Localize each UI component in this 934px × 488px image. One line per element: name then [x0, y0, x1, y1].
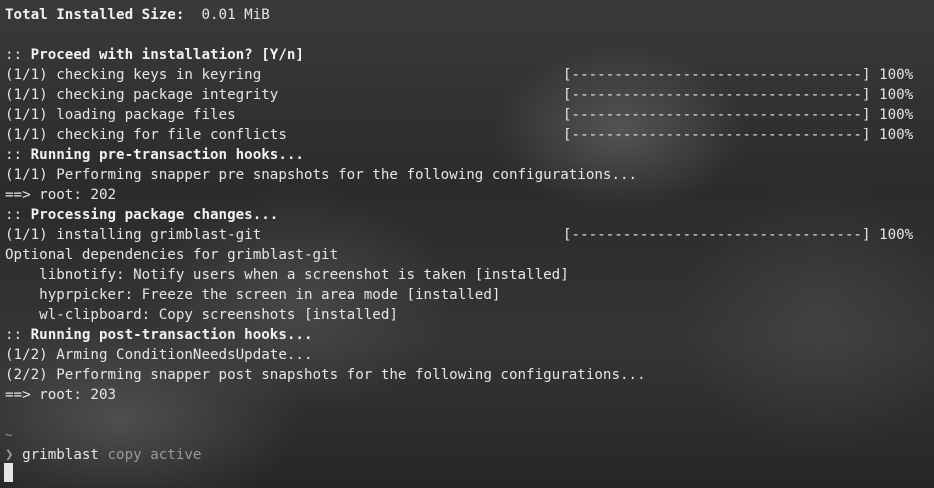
command-name: grimblast	[22, 447, 99, 463]
prompt-chevron-icon: ❯	[5, 447, 14, 463]
snapper-post-line: (2/2) Performing snapper post snapshots …	[5, 367, 646, 383]
proceed-text: Proceed with installation? [Y/n]	[30, 47, 304, 63]
root-pre-line: ==> root: 202	[5, 187, 117, 203]
pre-hooks-header: :: Running pre-transaction hooks...	[5, 145, 304, 165]
command-prompt[interactable]: ❯ grimblast copy active	[5, 445, 201, 465]
proceed-prompt-line: :: Proceed with installation? [Y/n]	[5, 45, 304, 65]
text-cursor	[4, 463, 13, 482]
step-check-integrity: (1/1) checking package integrity	[5, 85, 278, 105]
command-args: copy active	[98, 447, 202, 463]
progress-bar-keys: [----------------------------------] 100…	[563, 67, 914, 83]
step-check-integrity-text: (1/1) checking package integrity	[5, 87, 279, 103]
step-file-conflicts-text: (1/1) checking for file conflicts	[5, 127, 287, 143]
step-load-files: (1/1) loading package files	[5, 105, 236, 125]
post-hooks-prefix: ::	[5, 327, 23, 343]
proceed-prefix: ::	[5, 47, 23, 63]
optional-deps-header: Optional dependencies for grimblast-git	[5, 247, 339, 263]
step-check-keys-text: (1/1) checking keys in keyring	[5, 67, 262, 83]
root-post-line: ==> root: 203	[5, 387, 117, 403]
snapper-pre-line: (1/1) Performing snapper pre snapshots f…	[5, 167, 638, 183]
post-hooks-header: :: Running post-transaction hooks...	[5, 325, 313, 345]
step-file-conflicts: (1/1) checking for file conflicts	[5, 125, 287, 145]
progress-bar-conflicts: [----------------------------------] 100…	[563, 127, 914, 143]
pre-hooks-text: Running pre-transaction hooks...	[30, 147, 304, 163]
terminal-window[interactable]: Total Installed Size: 0.01 MiB :: Procee…	[0, 0, 934, 488]
progress-bar-integrity: [----------------------------------] 100…	[563, 87, 914, 103]
total-size-line: Total Installed Size: 0.01 MiB	[5, 5, 270, 25]
total-size-label: Total Installed Size:	[5, 7, 185, 23]
arming-line: (1/2) Arming ConditionNeedsUpdate...	[5, 347, 313, 363]
dep-libnotify: libnotify: Notify users when a screensho…	[5, 267, 569, 283]
processing-prefix: ::	[5, 207, 23, 223]
dep-wl-clipboard: wl-clipboard: Copy screenshots [installe…	[5, 307, 398, 323]
processing-text: Processing package changes...	[30, 207, 279, 223]
installing-line: (1/1) installing grimblast-git	[5, 227, 262, 243]
dep-hyprpicker: hyprpicker: Freeze the screen in area mo…	[5, 287, 501, 303]
processing-header: :: Processing package changes...	[5, 205, 278, 225]
progress-bar-load: [----------------------------------] 100…	[563, 107, 914, 123]
step-load-files-text: (1/1) loading package files	[5, 107, 236, 123]
total-size-value: 0.01 MiB	[201, 7, 270, 23]
progress-bar-install: [----------------------------------] 100…	[563, 227, 914, 243]
pre-hooks-prefix: ::	[5, 147, 23, 163]
cwd-indicator: ~	[5, 428, 13, 442]
post-hooks-text: Running post-transaction hooks...	[30, 327, 313, 343]
step-check-keys: (1/1) checking keys in keyring	[5, 65, 261, 85]
